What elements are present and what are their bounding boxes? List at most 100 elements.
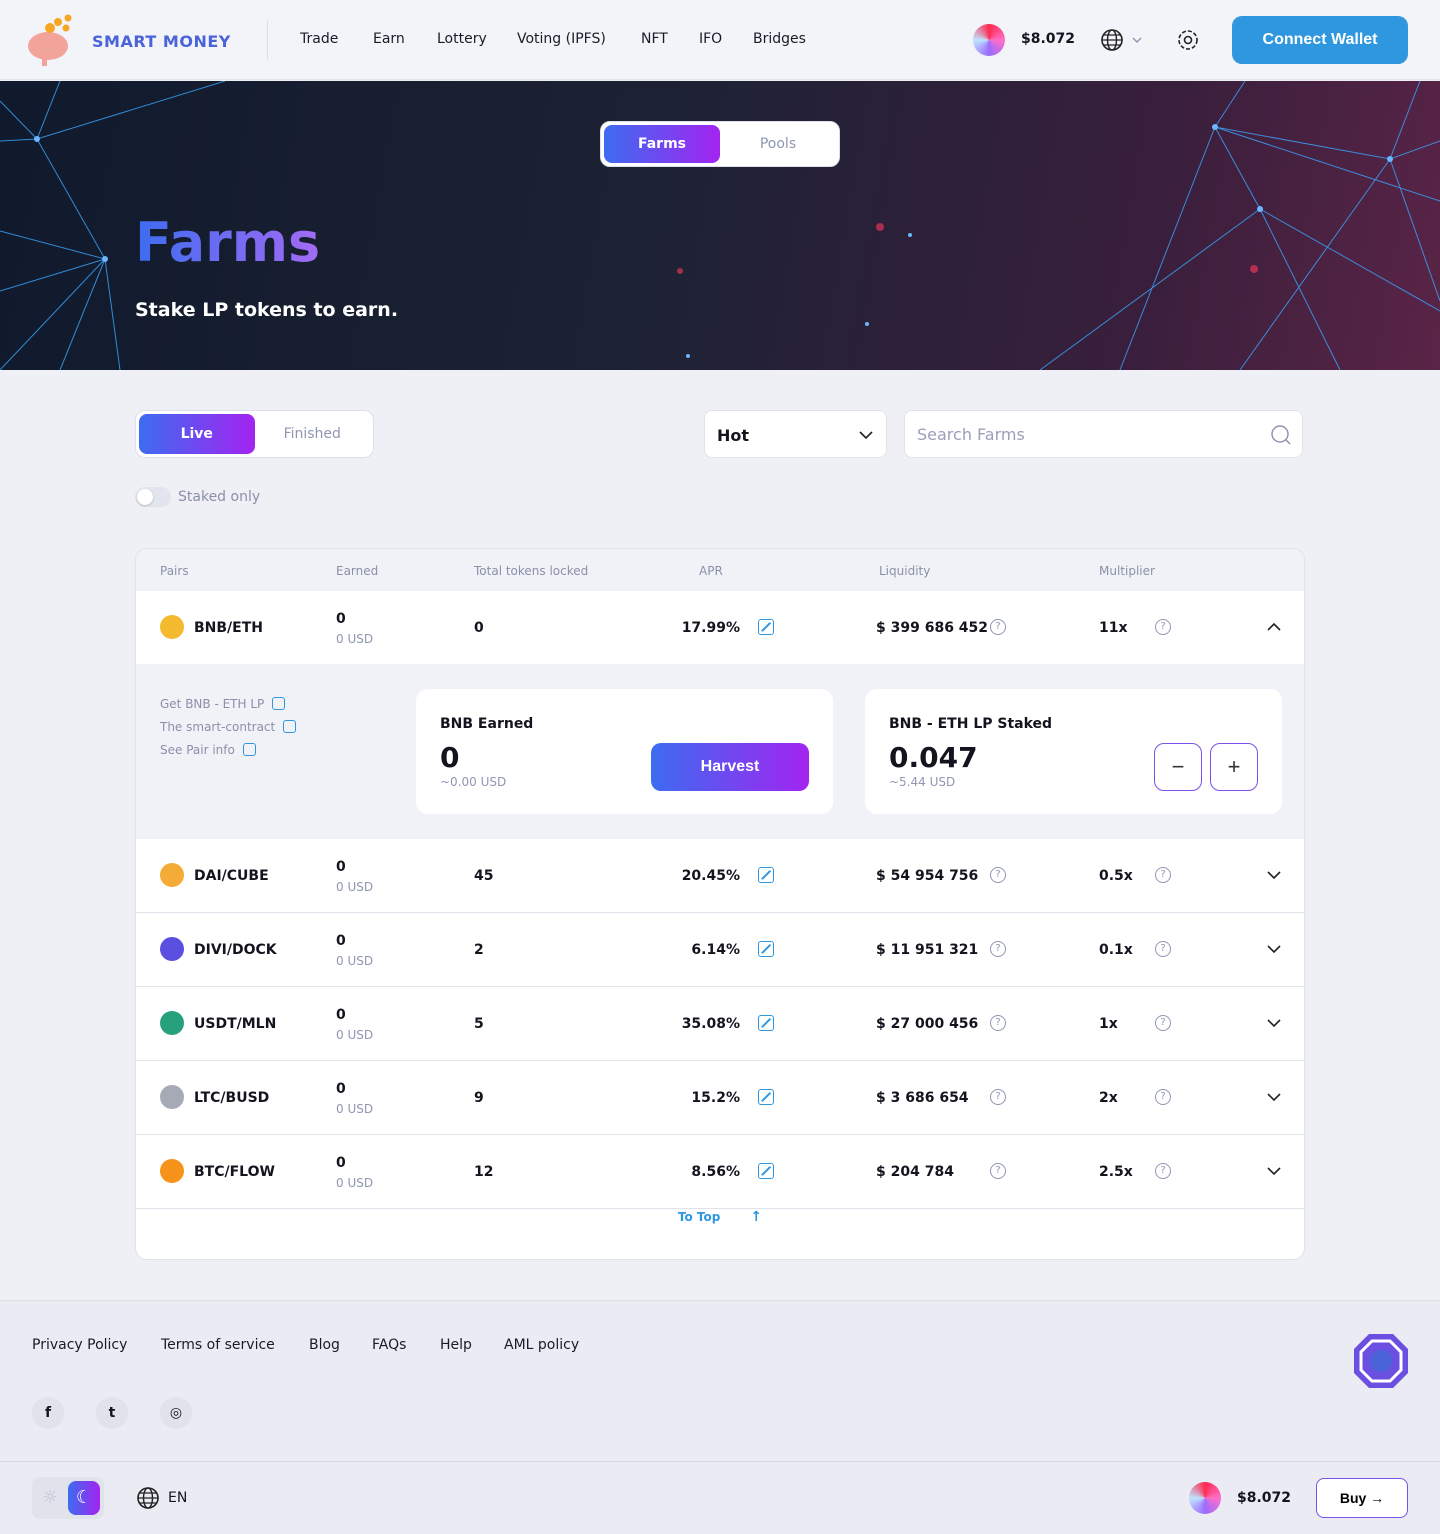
tab-finished[interactable]: Finished <box>255 414 371 454</box>
calculator-icon[interactable] <box>758 1163 774 1179</box>
help-icon[interactable]: ? <box>990 1089 1006 1105</box>
language-code[interactable]: EN <box>168 1490 187 1506</box>
help-icon[interactable]: ? <box>990 867 1006 883</box>
staked-value: 0.047 <box>889 741 978 774</box>
earned-usd: 0 USD <box>336 954 374 968</box>
multiplier-value: 0.5x <box>1099 868 1133 884</box>
help-icon[interactable]: ? <box>1155 867 1171 883</box>
earned-value: 0 <box>440 741 460 774</box>
chevron-up-icon[interactable] <box>1266 619 1282 635</box>
instagram-icon[interactable]: ◎ <box>160 1397 192 1429</box>
language-selector[interactable] <box>1100 28 1146 56</box>
pair-name: BNB/ETH <box>194 620 264 636</box>
footer-privacy[interactable]: Privacy Policy <box>32 1337 127 1353</box>
table-row[interactable]: BNB/ETH 0 0 USD 0 17.99% $ 399 686 452 ?… <box>136 591 1304 665</box>
nav-lottery[interactable]: Lottery <box>437 31 487 47</box>
external-link-icon <box>242 743 256 756</box>
footer-terms[interactable]: Terms of service <box>161 1337 275 1353</box>
search-input[interactable] <box>917 411 1257 457</box>
settings-gear-icon[interactable] <box>1176 28 1200 56</box>
table-row[interactable]: DAI/CUBE 0 0 USD 45 20.45% $ 54 954 756 … <box>136 839 1304 913</box>
stake-plus-button[interactable]: + <box>1210 743 1258 791</box>
help-icon[interactable]: ? <box>990 619 1006 635</box>
tab-pools[interactable]: Pools <box>720 125 836 163</box>
help-icon[interactable]: ? <box>1155 1163 1171 1179</box>
live-finished-switch: Live Finished <box>135 410 374 458</box>
calculator-icon[interactable] <box>758 1015 774 1031</box>
multiplier-value: 1x <box>1099 1016 1118 1032</box>
top-header: SMART MONEY Trade Earn Lottery Voting (I… <box>0 0 1440 80</box>
chevron-down-icon[interactable] <box>1266 1163 1282 1179</box>
calculator-icon[interactable] <box>758 941 774 957</box>
help-icon[interactable]: ? <box>1155 619 1171 635</box>
liquidity-value: $ 399 686 452 <box>876 620 989 636</box>
footer-help[interactable]: Help <box>440 1337 472 1353</box>
table-row[interactable]: LTC/BUSD 0 0 USD 9 15.2% $ 3 686 654 ? 2… <box>136 1061 1304 1135</box>
farms-pools-switch: Farms Pools <box>600 121 840 167</box>
pair-name: USDT/MLN <box>194 1016 277 1032</box>
hero-banner: Farms Pools Farms Stake LP tokens to ear… <box>0 81 1440 370</box>
pair-info-link[interactable]: See Pair info <box>160 743 256 757</box>
footer-blog[interactable]: Blog <box>309 1337 340 1353</box>
nav-voting[interactable]: Voting (IPFS) <box>517 31 606 47</box>
table-row[interactable]: DIVI/DOCK 0 0 USD 2 6.14% $ 11 951 321 ?… <box>136 913 1304 987</box>
nav-ifo[interactable]: IFO <box>699 31 722 47</box>
table-row[interactable]: BTC/FLOW 0 0 USD 12 8.56% $ 204 784 ? 2.… <box>136 1135 1304 1209</box>
facebook-icon[interactable]: f <box>32 1397 64 1429</box>
twitter-icon[interactable]: t <box>96 1397 128 1429</box>
help-icon[interactable]: ? <box>990 1163 1006 1179</box>
help-icon[interactable]: ? <box>1155 1089 1171 1105</box>
calculator-icon[interactable] <box>758 867 774 883</box>
nav-nft[interactable]: NFT <box>641 31 668 47</box>
help-icon[interactable]: ? <box>990 1015 1006 1031</box>
help-icon[interactable]: ? <box>1155 1015 1171 1031</box>
nav-bridges[interactable]: Bridges <box>753 31 806 47</box>
chevron-down-icon[interactable] <box>1266 941 1282 957</box>
table-row[interactable]: USDT/MLN 0 0 USD 5 35.08% $ 27 000 456 ?… <box>136 987 1304 1061</box>
harvest-button[interactable]: Harvest <box>651 743 809 791</box>
earned-value: 0 <box>336 859 346 875</box>
chevron-down-icon[interactable] <box>1266 1089 1282 1105</box>
logo-text[interactable]: SMART MONEY <box>92 32 231 51</box>
earned-card: BNB Earned 0 ~0.00 USD Harvest <box>416 689 833 814</box>
row-details-bnb-eth: Get BNB - ETH LP The smart-contract See … <box>136 664 1304 839</box>
pair-name: DAI/CUBE <box>194 868 269 884</box>
smart-contract-link[interactable]: The smart-contract <box>160 720 297 734</box>
buy-button[interactable]: Buy → <box>1316 1478 1408 1518</box>
total-locked: 45 <box>474 868 494 884</box>
page-title: Farms <box>135 211 321 274</box>
calculator-icon[interactable] <box>758 1089 774 1105</box>
footer-aml[interactable]: AML policy <box>504 1337 579 1353</box>
connect-wallet-button[interactable]: Connect Wallet <box>1232 16 1408 64</box>
chevron-down-icon[interactable] <box>1266 867 1282 883</box>
globe-icon[interactable] <box>136 1486 160 1510</box>
earned-usd: 0 USD <box>336 1028 374 1042</box>
col-apr: APR <box>699 564 723 578</box>
tab-farms[interactable]: Farms <box>604 125 720 163</box>
theme-toggle[interactable]: ☼ ☾ <box>32 1477 104 1519</box>
pair-coin-icon <box>160 1011 184 1035</box>
nav-trade[interactable]: Trade <box>300 31 338 47</box>
multiplier-value: 2x <box>1099 1090 1118 1106</box>
staked-only-toggle[interactable] <box>135 487 171 507</box>
get-lp-link[interactable]: Get BNB - ETH LP <box>160 697 286 711</box>
divider <box>267 20 268 60</box>
help-icon[interactable]: ? <box>1155 941 1171 957</box>
calculator-icon[interactable] <box>758 619 774 635</box>
footer-faqs[interactable]: FAQs <box>372 1337 406 1353</box>
tab-live[interactable]: Live <box>139 414 255 454</box>
liquidity-value: $ 27 000 456 <box>876 1016 979 1032</box>
moon-icon: ☾ <box>68 1481 100 1515</box>
token-price: $8.072 <box>1021 31 1076 47</box>
search-icon[interactable] <box>1270 424 1292 446</box>
nav-earn[interactable]: Earn <box>373 31 405 47</box>
sort-select[interactable]: Hot <box>704 410 887 458</box>
earned-value: 0 <box>336 933 346 949</box>
help-icon[interactable]: ? <box>990 941 1006 957</box>
total-locked: 9 <box>474 1090 484 1106</box>
earned-value: 0 <box>336 1007 346 1023</box>
unstake-minus-button[interactable]: − <box>1154 743 1202 791</box>
chevron-down-icon[interactable] <box>1266 1015 1282 1031</box>
col-multiplier: Multiplier <box>1099 564 1155 578</box>
to-top-button[interactable]: To Top ↑ <box>136 1209 1304 1225</box>
